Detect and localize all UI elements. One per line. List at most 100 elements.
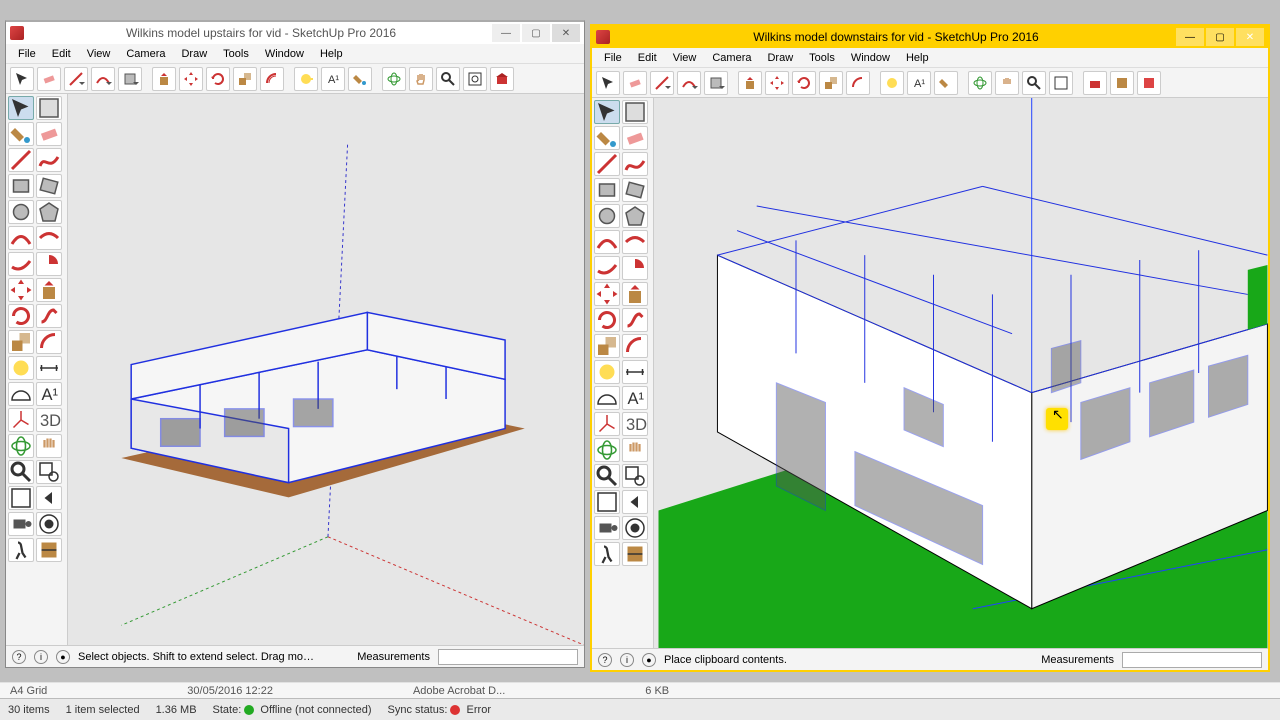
warehouse-icon[interactable] [490, 67, 514, 91]
orbit-icon[interactable] [382, 67, 406, 91]
select-icon[interactable] [594, 100, 620, 124]
offset-icon[interactable] [622, 334, 648, 358]
menu-camera[interactable]: Camera [704, 50, 759, 66]
menu-view[interactable]: View [665, 50, 705, 66]
move-icon[interactable] [594, 282, 620, 306]
pan-icon[interactable] [995, 71, 1019, 95]
pan-icon[interactable] [36, 434, 62, 458]
minimize-button[interactable]: — [1176, 28, 1204, 46]
orbit-icon[interactable] [594, 438, 620, 462]
info-icon[interactable]: i [620, 653, 634, 667]
axes-icon[interactable] [8, 408, 34, 432]
menu-edit[interactable]: Edit [44, 46, 79, 62]
make-component-icon[interactable] [622, 100, 648, 124]
menu-help[interactable]: Help [312, 46, 351, 62]
eraser-icon[interactable] [623, 71, 647, 95]
walk-icon[interactable] [8, 538, 34, 562]
zoom-window-icon[interactable] [622, 464, 648, 488]
previous-icon[interactable] [622, 490, 648, 514]
user-icon[interactable]: ● [642, 653, 656, 667]
tape-icon[interactable] [294, 67, 318, 91]
menu-file[interactable]: File [596, 50, 630, 66]
text-icon[interactable]: A¹ [907, 71, 931, 95]
tape-icon[interactable] [594, 360, 620, 384]
eraser-icon[interactable] [36, 122, 62, 146]
rotated-rect-icon[interactable] [36, 174, 62, 198]
zoom-icon[interactable] [594, 464, 620, 488]
move-icon[interactable] [179, 67, 203, 91]
zoom-icon[interactable] [1022, 71, 1046, 95]
orbit-icon[interactable] [8, 434, 34, 458]
measurements-input[interactable] [1122, 652, 1262, 668]
position-camera-icon[interactable] [594, 516, 620, 540]
3dtext-icon[interactable]: 3D [622, 412, 648, 436]
push-pull-icon[interactable] [152, 67, 176, 91]
warehouse-icon[interactable] [1083, 71, 1107, 95]
scale-icon[interactable] [819, 71, 843, 95]
tape-icon[interactable] [8, 356, 34, 380]
follow-me-icon[interactable] [622, 308, 648, 332]
user-icon[interactable]: ● [56, 650, 70, 664]
zoom-extents-icon[interactable] [463, 67, 487, 91]
3pt-arc-icon[interactable] [594, 256, 620, 280]
rotate-icon[interactable] [792, 71, 816, 95]
menu-tools[interactable]: Tools [801, 50, 843, 66]
dimension-icon[interactable] [36, 356, 62, 380]
paint-icon[interactable] [348, 67, 372, 91]
paint-icon[interactable] [934, 71, 958, 95]
freehand-icon[interactable] [36, 148, 62, 172]
menu-edit[interactable]: Edit [630, 50, 665, 66]
rotated-rect-icon[interactable] [622, 178, 648, 202]
minimize-button[interactable]: — [492, 24, 520, 42]
protractor-icon[interactable] [594, 386, 620, 410]
walk-icon[interactable] [594, 542, 620, 566]
zoom-window-icon[interactable] [36, 460, 62, 484]
viewport-downstairs[interactable] [654, 98, 1268, 648]
menu-tools[interactable]: Tools [215, 46, 257, 62]
zoom-icon[interactable] [8, 460, 34, 484]
circle-icon[interactable] [594, 204, 620, 228]
zoom-icon[interactable] [436, 67, 460, 91]
2pt-arc-icon[interactable] [36, 226, 62, 250]
rotate-icon[interactable] [206, 67, 230, 91]
measurements-input[interactable] [438, 649, 578, 665]
shape-icon[interactable] [118, 67, 142, 91]
select-icon[interactable] [10, 67, 34, 91]
text-icon[interactable]: A¹ [622, 386, 648, 410]
3pt-arc-icon[interactable] [8, 252, 34, 276]
look-around-icon[interactable] [36, 512, 62, 536]
move-icon[interactable] [8, 278, 34, 302]
freehand-icon[interactable] [622, 152, 648, 176]
scale-icon[interactable] [8, 330, 34, 354]
eraser-icon[interactable] [622, 126, 648, 150]
layout-icon[interactable] [1137, 71, 1161, 95]
titlebar[interactable]: Wilkins model downstairs for vid - Sketc… [592, 26, 1268, 48]
section-icon[interactable] [36, 538, 62, 562]
push-pull-icon[interactable] [738, 71, 762, 95]
shape-icon[interactable] [704, 71, 728, 95]
select-icon[interactable] [8, 96, 34, 120]
scale-icon[interactable] [233, 67, 257, 91]
axes-icon[interactable] [594, 412, 620, 436]
pan-icon[interactable] [409, 67, 433, 91]
zoom-extents-icon[interactable] [594, 490, 620, 514]
close-button[interactable]: ✕ [1236, 28, 1264, 46]
menu-window[interactable]: Window [257, 46, 312, 62]
menu-camera[interactable]: Camera [118, 46, 173, 62]
viewport-upstairs[interactable] [68, 94, 584, 645]
offset-icon[interactable] [846, 71, 870, 95]
rectangle-icon[interactable] [8, 174, 34, 198]
tape-icon[interactable] [880, 71, 904, 95]
push-pull-icon[interactable] [36, 278, 62, 302]
circle-icon[interactable] [8, 200, 34, 224]
text-icon[interactable]: A¹ [321, 67, 345, 91]
move-icon[interactable] [765, 71, 789, 95]
rotate-icon[interactable] [8, 304, 34, 328]
pie-icon[interactable] [36, 252, 62, 276]
pan-icon[interactable] [622, 438, 648, 462]
geo-icon[interactable]: ? [12, 650, 26, 664]
offset-icon[interactable] [260, 67, 284, 91]
protractor-icon[interactable] [8, 382, 34, 406]
rotate-icon[interactable] [594, 308, 620, 332]
zoom-extents-icon[interactable] [8, 486, 34, 510]
